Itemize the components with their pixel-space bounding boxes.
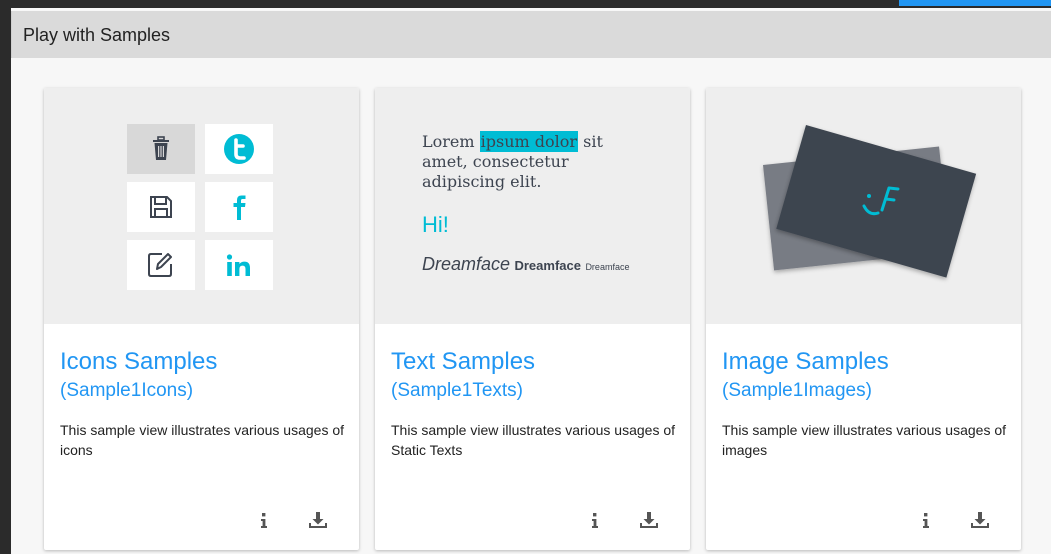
download-icon[interactable] xyxy=(967,508,993,532)
linkedin-icon[interactable] xyxy=(205,240,273,290)
save-icon[interactable] xyxy=(127,182,195,232)
left-bar xyxy=(0,8,11,554)
top-bar-accent[interactable] xyxy=(899,0,1051,6)
trash-icon[interactable] xyxy=(127,124,195,174)
edit-icon[interactable] xyxy=(127,240,195,290)
card-description: This sample view illustrates various usa… xyxy=(391,422,676,458)
card-icons-samples[interactable]: Icons Samples (Sample1Icons) This sample… xyxy=(44,88,359,550)
lorem-text: Lorem ipsum dolor sit amet, consectetur … xyxy=(422,131,652,192)
card-subtitle[interactable]: (Sample1Images) xyxy=(722,380,872,402)
panel-title: Play with Samples xyxy=(23,25,171,45)
card-description: This sample view illustrates various usa… xyxy=(60,422,345,458)
lorem-highlight: ipsum dolor xyxy=(479,131,579,152)
facebook-icon[interactable] xyxy=(205,182,273,232)
card-subtitle[interactable]: (Sample1Texts) xyxy=(391,380,523,402)
brand-samples: Dreamface Dreamface Dreamface xyxy=(422,254,629,275)
lorem-before: Lorem xyxy=(422,132,480,151)
card-title[interactable]: Image Samples xyxy=(722,348,889,376)
card-title[interactable]: Text Samples xyxy=(391,348,535,376)
card-subtitle[interactable]: (Sample1Icons) xyxy=(60,380,193,402)
card-description: This sample view illustrates various usa… xyxy=(722,422,1007,458)
card-media: Lorem ipsum dolor sit amet, consectetur … xyxy=(375,88,690,324)
brand-medium: Dreamface xyxy=(514,258,581,273)
card-media xyxy=(706,88,1021,324)
download-icon[interactable] xyxy=(636,508,662,532)
image-preview xyxy=(763,125,977,278)
brand-large: Dreamface xyxy=(422,254,511,274)
top-bar xyxy=(0,0,1051,8)
info-icon[interactable] xyxy=(916,508,942,532)
card-title[interactable]: Icons Samples xyxy=(60,348,217,376)
twitter-icon[interactable] xyxy=(205,124,273,174)
card-image-samples[interactable]: Image Samples (Sample1Images) This sampl… xyxy=(706,88,1021,550)
download-icon[interactable] xyxy=(305,508,331,532)
info-icon[interactable] xyxy=(254,508,280,532)
greeting-text: Hi! xyxy=(422,212,449,237)
panel-header: Play with Samples xyxy=(11,11,1051,58)
card-text-samples[interactable]: Lorem ipsum dolor sit amet, consectetur … xyxy=(375,88,690,550)
info-icon[interactable] xyxy=(585,508,611,532)
brand-small: Dreamface xyxy=(585,262,630,272)
card-media xyxy=(44,88,359,324)
